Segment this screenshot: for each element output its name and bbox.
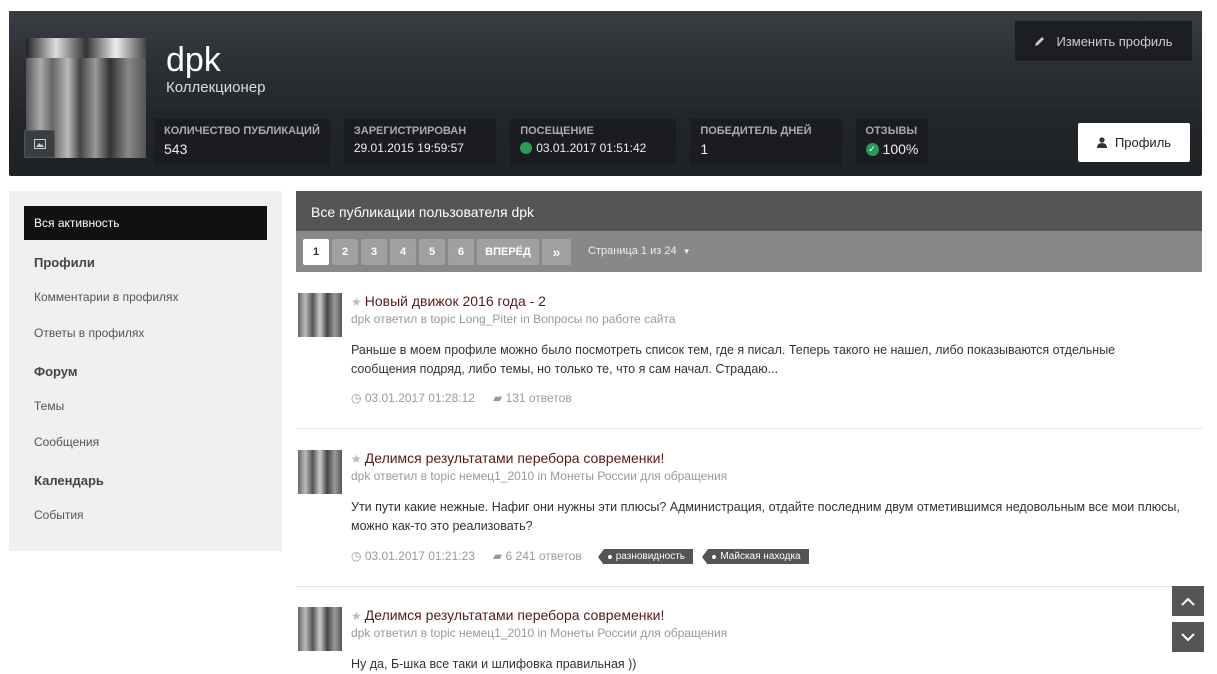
activity-item: ★ Новый движок 2016 года - 2 dpk ответил … [296, 293, 1202, 413]
sidebar-section-forum: Форум [34, 364, 78, 379]
star-icon[interactable]: ★ [351, 609, 362, 623]
page-jump-dropdown[interactable]: Страница 1 из 24 ▼ [588, 245, 691, 257]
divider [296, 428, 1202, 429]
post-meta: dpk ответил в topic Long_Piter in Вопрос… [351, 312, 676, 326]
sidebar-item-topics[interactable]: Темы [34, 399, 64, 413]
stat-value: 03.01.2017 01:51:42 [536, 141, 647, 155]
stat-last-visit: Посещение 03.01.2017 01:51:42 [510, 119, 677, 165]
scroll-top-button[interactable] [1172, 586, 1204, 616]
page-info: Страница 1 из 24 [588, 245, 677, 257]
stat-label: Зарегистрирован [353, 125, 467, 137]
reply-count[interactable]: 131 ответов [506, 391, 572, 405]
post-meta: dpk ответил в topic немец1_2010 in Монет… [351, 626, 728, 640]
post-meta: dpk ответил в topic немец1_2010 in Монет… [351, 469, 728, 483]
comment-icon: ▰ [492, 391, 503, 405]
post-snippet: Ну да, Б-шка все таки и шлифовка правиль… [351, 657, 637, 671]
username: dpk [166, 41, 221, 79]
stat-reviews: Отзывы ✓ 100% [855, 119, 929, 165]
post-snippet: Ути пути какие нежные. Нафиг они нужны э… [351, 500, 1180, 533]
page-4-button[interactable]: 4 [390, 239, 416, 265]
post-title-link[interactable]: Делимся результатами перебора современки… [365, 607, 665, 623]
chevron-down-icon [1181, 632, 1195, 641]
profile-header: dpk Коллекционер Изменить профиль Количе… [9, 11, 1202, 176]
pencil-icon [1035, 37, 1045, 46]
user-rank: Коллекционер [166, 79, 266, 96]
author-avatar[interactable] [298, 450, 342, 494]
stat-label: Отзывы [865, 125, 918, 137]
tag[interactable]: Майская находка [702, 549, 809, 565]
page-2-button[interactable]: 2 [332, 239, 358, 265]
stat-value: 100% [882, 141, 919, 157]
clock-icon: ◷ [351, 549, 362, 563]
page-5-button[interactable]: 5 [419, 239, 445, 265]
post-title-link[interactable]: Делимся результатами перебора современки… [365, 450, 665, 466]
post-title-link[interactable]: Новый движок 2016 года - 2 [365, 293, 546, 309]
post-date: 03.01.2017 01:21:23 [364, 549, 475, 563]
stat-label: Посещение [520, 125, 594, 137]
divider [296, 586, 1202, 587]
activity-sidebar: Вся активность Профили Комментарии в про… [9, 191, 282, 551]
stat-joined: Зарегистрирован 29.01.2015 19:59:57 [343, 119, 497, 165]
page-6-button[interactable]: 6 [448, 239, 474, 265]
author-avatar[interactable] [298, 293, 342, 337]
online-status-icon [520, 142, 533, 154]
check-icon: ✓ [865, 142, 879, 156]
next-page-button[interactable]: ВПЕРЁД [477, 239, 539, 265]
user-icon [1096, 137, 1107, 148]
sidebar-item-profile-comments[interactable]: Комментарии в профилях [34, 290, 179, 304]
edit-profile-button[interactable]: Изменить профиль [1015, 21, 1192, 61]
stat-posts: Количество публикаций 543 [154, 119, 330, 165]
activity-item: ★ Делимся результатами перебора современк… [296, 607, 1202, 671]
chevron-up-icon [1181, 597, 1195, 606]
profile-stats: Количество публикаций 543 Зарегистрирова… [154, 119, 942, 165]
pagination: 1 2 3 4 5 6 ВПЕРЁД » Страница 1 из 24 ▼ [296, 231, 1202, 272]
stat-day-winner: Победитель дней 1 [690, 119, 842, 165]
last-page-button[interactable]: » [542, 239, 571, 265]
stat-label: Победитель дней [700, 125, 812, 137]
stat-value: 29.01.2015 19:59:57 [353, 141, 464, 155]
scroll-bottom-button[interactable] [1172, 622, 1204, 652]
stat-value: 1 [700, 141, 709, 157]
sidebar-item-events[interactable]: События [34, 508, 84, 522]
reply-count[interactable]: 6 241 ответов [506, 549, 582, 563]
profile-button[interactable]: Профиль [1078, 123, 1190, 162]
stat-value: 543 [164, 141, 188, 157]
page-1-button[interactable]: 1 [303, 239, 329, 265]
post-date: 03.01.2017 01:28:12 [364, 391, 475, 405]
sidebar-item-all-activity[interactable]: Вся активность [24, 206, 267, 240]
activity-item: ★ Делимся результатами перебора современк… [296, 450, 1202, 570]
sidebar-item-messages[interactable]: Сообщения [34, 435, 99, 449]
image-icon [33, 139, 46, 149]
stat-label: Количество публикаций [164, 125, 320, 137]
change-cover-button[interactable] [24, 130, 55, 158]
tag[interactable]: разновидность [597, 549, 694, 565]
author-avatar[interactable] [298, 607, 342, 651]
sidebar-section-profiles: Профили [34, 255, 95, 270]
star-icon[interactable]: ★ [351, 452, 362, 466]
caret-down-icon: ▼ [682, 247, 691, 256]
star-icon[interactable]: ★ [351, 295, 362, 309]
edit-profile-label: Изменить профиль [1056, 33, 1173, 49]
sidebar-item-profile-replies[interactable]: Ответы в профилях [34, 326, 144, 340]
profile-label: Профиль [1114, 135, 1172, 150]
page-title: Все публикации пользователя dpk [296, 191, 1202, 231]
sidebar-section-calendar: Календарь [34, 473, 104, 488]
clock-icon: ◷ [351, 391, 362, 405]
page-3-button[interactable]: 3 [361, 239, 387, 265]
comment-icon: ▰ [492, 549, 503, 563]
post-snippet: Раньше в моем профиле можно было посмотр… [351, 343, 1116, 376]
